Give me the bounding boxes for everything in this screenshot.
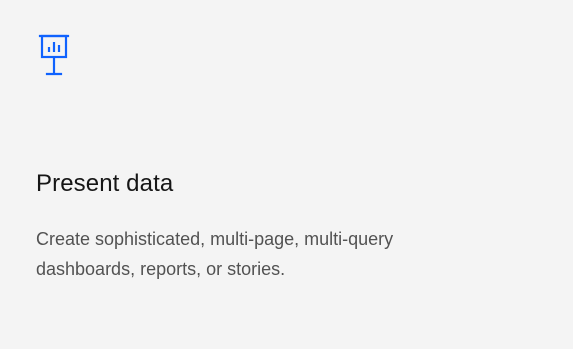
card-description: Create sophisticated, multi-page, multi-… — [36, 229, 394, 279]
present-data-card[interactable]: Present data Create sophisticated, multi… — [0, 0, 573, 349]
card-title: Present data — [36, 170, 174, 197]
presentation-chart-icon — [38, 34, 70, 82]
